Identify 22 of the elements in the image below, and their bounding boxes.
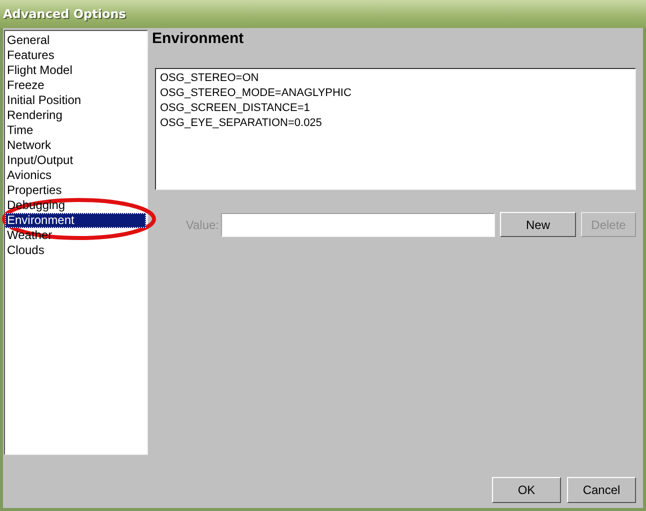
category-item[interactable]: Freeze [5,78,147,93]
panel-heading: Environment [152,30,245,49]
category-item[interactable]: Clouds [5,243,147,258]
category-item[interactable]: Time [5,123,147,138]
entry-item[interactable]: OSG_EYE_SEPARATION=0.025 [160,116,631,131]
category-item[interactable]: Initial Position [5,93,147,108]
category-item[interactable]: Flight Model [5,63,147,78]
window-title: Advanced Options [3,7,126,21]
category-item[interactable]: Input/Output [5,153,147,168]
new-button[interactable]: New [500,212,576,237]
ok-button[interactable]: OK [492,477,561,503]
entry-item[interactable]: OSG_STEREO_MODE=ANAGLYPHIC [160,86,631,101]
entry-item[interactable]: OSG_SCREEN_DISTANCE=1 [160,101,631,116]
category-item[interactable]: Features [5,48,147,63]
category-item[interactable]: Environment [5,213,146,228]
cancel-button[interactable]: Cancel [567,477,636,503]
category-item[interactable]: Avionics [5,168,147,183]
category-item[interactable]: Properties [5,183,147,198]
category-item[interactable]: Network [5,138,147,153]
category-item[interactable]: General [5,33,147,48]
category-item[interactable]: Rendering [5,108,147,123]
entry-item[interactable]: OSG_STEREO=ON [160,71,631,86]
